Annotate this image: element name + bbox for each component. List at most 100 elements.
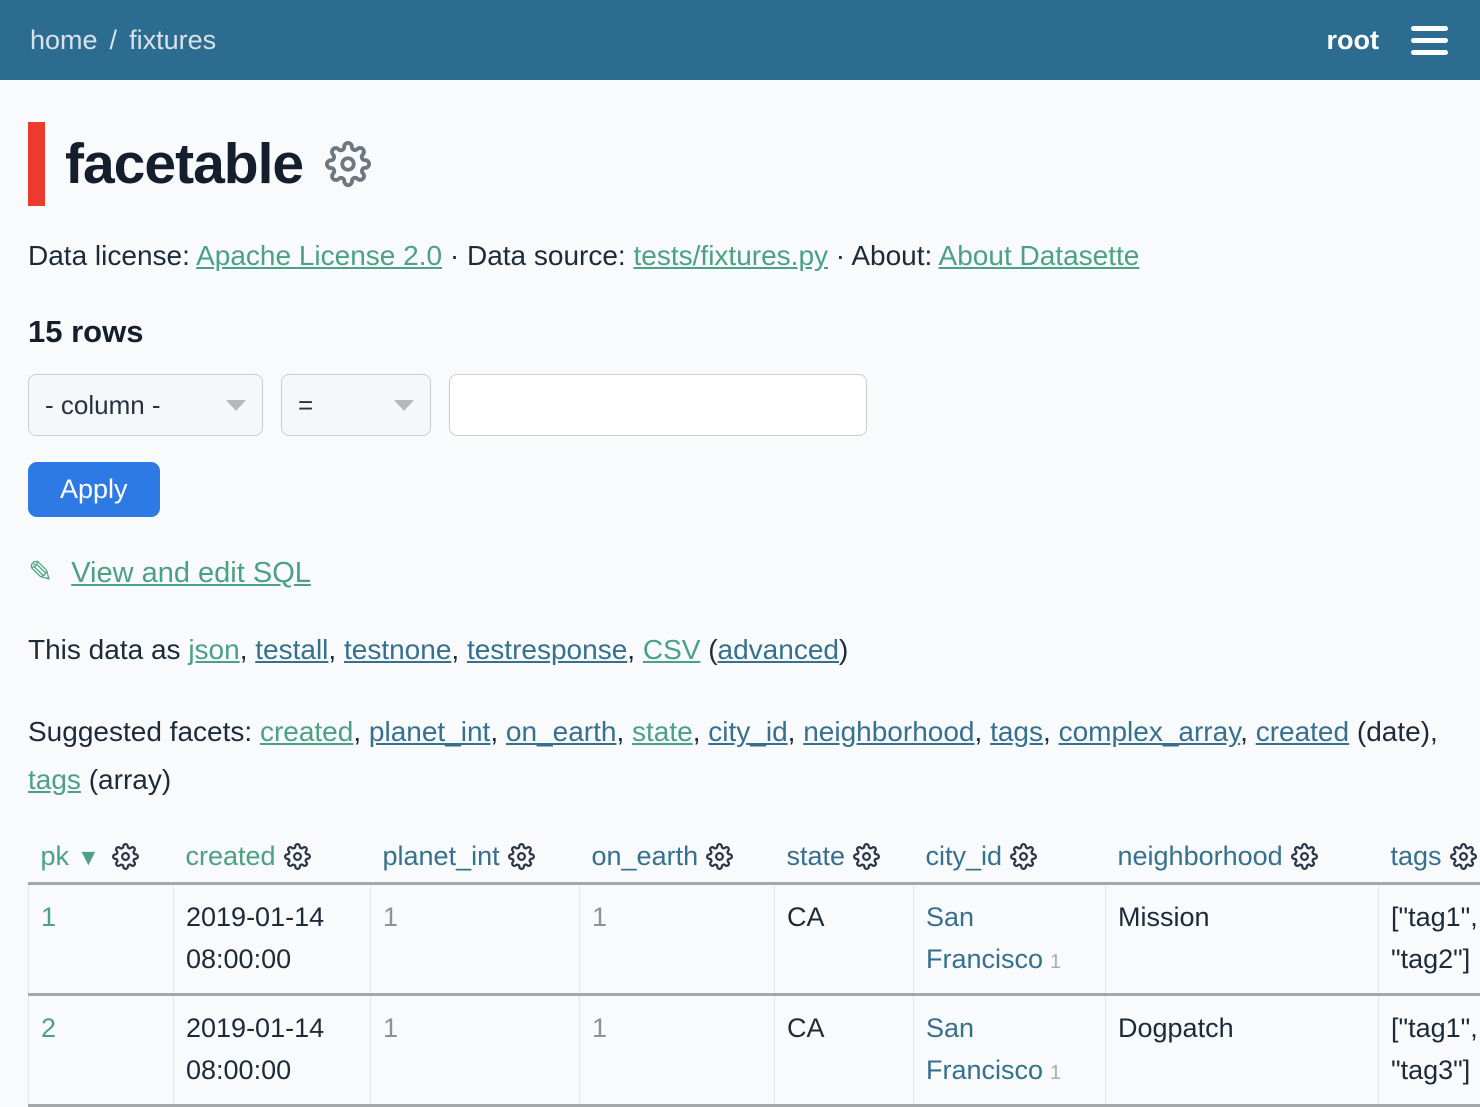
row-pk-link[interactable]: 2 [41, 1013, 56, 1043]
row-pk-link[interactable]: 1 [41, 902, 56, 932]
filter-row: - column - = [28, 374, 1452, 436]
cell-tags: ["tag1", "tag3"] [1379, 994, 1480, 1105]
title-accent-bar [28, 122, 45, 206]
page-title-row: facetable [28, 122, 1452, 206]
facet-link-tags-array[interactable]: tags [28, 764, 81, 795]
gear-icon[interactable] [706, 843, 733, 870]
dot-separator: · [450, 240, 459, 271]
source-link[interactable]: tests/fixtures.py [634, 240, 829, 271]
cell-state: CA [775, 994, 914, 1105]
column-header-state-link[interactable]: state [787, 841, 846, 871]
pencil-icon: ✎ [28, 556, 53, 589]
view-edit-sql-link[interactable]: View and edit SQL [71, 557, 311, 589]
column-header-planet-int: planet_int [371, 833, 580, 884]
facet-link-tags[interactable]: tags [990, 716, 1043, 747]
export-link-testnone[interactable]: testnone [344, 634, 451, 665]
page-title: facetable [65, 131, 303, 197]
facet-link-city-id[interactable]: city_id [708, 716, 787, 747]
city-fk-link[interactable]: San Francisco [926, 1013, 1043, 1085]
cell-created: 2019-01-14 08:00:00 [174, 884, 371, 995]
column-header-pk-link[interactable]: pk [41, 841, 70, 871]
export-link-testresponse[interactable]: testresponse [467, 634, 627, 665]
column-header-pk: pk ▼ [29, 833, 174, 884]
filter-column-select[interactable]: - column - [28, 374, 263, 436]
filter-column-selected-value: - column - [45, 390, 161, 421]
column-header-on-earth-link[interactable]: on_earth [592, 841, 699, 871]
chevron-down-icon [394, 400, 414, 411]
facet-link-created[interactable]: created [260, 716, 353, 747]
metadata-line: Data license: Apache License 2.0 · Data … [28, 240, 1452, 272]
column-header-created: created [174, 833, 371, 884]
column-header-city-id-link[interactable]: city_id [926, 841, 1003, 871]
facet-link-planet-int[interactable]: planet_int [369, 716, 490, 747]
cell-neighborhood: Mission [1106, 884, 1379, 995]
cell-city-id: San Francisco 1 [914, 884, 1106, 995]
column-header-planet-int-link[interactable]: planet_int [383, 841, 500, 871]
cell-on-earth: 1 [580, 994, 775, 1105]
row-count-heading: 15 rows [28, 314, 1452, 350]
city-fk-link[interactable]: San Francisco [926, 902, 1043, 974]
license-label: Data license: [28, 240, 190, 271]
filter-operator-select[interactable]: = [281, 374, 431, 436]
cell-neighborhood: Dogpatch [1106, 994, 1379, 1105]
chevron-down-icon [226, 400, 246, 411]
gear-icon[interactable] [853, 843, 880, 870]
fk-raw-id: 1 [1050, 1062, 1061, 1084]
facet-link-neighborhood[interactable]: neighborhood [803, 716, 974, 747]
dot-separator: · [836, 240, 845, 271]
about-label: About: [851, 240, 932, 271]
column-header-tags-link[interactable]: tags [1391, 841, 1442, 871]
table-row: 1 2019-01-14 08:00:00 1 1 CA San Francis… [29, 884, 1480, 995]
top-nav: home / fixtures root [0, 0, 1480, 80]
breadcrumb-home-link[interactable]: home [30, 25, 98, 56]
gear-icon[interactable] [508, 843, 535, 870]
source-label: Data source: [467, 240, 626, 271]
facet-link-created-date[interactable]: created [1256, 716, 1349, 747]
column-header-neighborhood-link[interactable]: neighborhood [1118, 841, 1283, 871]
cell-pk: 1 [29, 884, 174, 995]
cell-planet-int: 1 [371, 884, 580, 995]
hamburger-menu-icon[interactable] [1409, 22, 1450, 59]
column-header-city-id: city_id [914, 833, 1106, 884]
facet-link-state[interactable]: state [632, 716, 693, 747]
export-link-json[interactable]: json [188, 634, 239, 665]
column-header-on-earth: on_earth [580, 833, 775, 884]
gear-icon[interactable] [1291, 843, 1318, 870]
export-link-advanced[interactable]: advanced [718, 634, 839, 665]
gear-icon[interactable] [284, 843, 311, 870]
facet-link-on-earth[interactable]: on_earth [506, 716, 617, 747]
export-link-csv[interactable]: CSV [643, 634, 701, 665]
about-link[interactable]: About Datasette [939, 240, 1140, 271]
export-prefix: This data as [28, 634, 188, 665]
column-header-tags: tags [1379, 833, 1480, 884]
cell-created: 2019-01-14 08:00:00 [174, 994, 371, 1105]
cell-state: CA [775, 884, 914, 995]
breadcrumb-database-link[interactable]: fixtures [129, 25, 216, 56]
filter-value-input[interactable] [449, 374, 867, 436]
gear-icon[interactable] [1450, 843, 1477, 870]
logged-in-user[interactable]: root [1327, 25, 1379, 56]
cell-planet-int: 1 [371, 994, 580, 1105]
filter-operator-selected-value: = [298, 390, 313, 421]
export-link-testall[interactable]: testall [255, 634, 328, 665]
breadcrumb: home / fixtures [30, 25, 216, 56]
apply-button[interactable]: Apply [28, 462, 160, 517]
sort-desc-icon: ▼ [77, 844, 100, 870]
license-link[interactable]: Apache License 2.0 [196, 240, 442, 271]
fk-raw-id: 1 [1050, 951, 1061, 973]
facet-link-complex-array[interactable]: complex_array [1059, 716, 1241, 747]
breadcrumb-separator: / [110, 25, 118, 56]
cell-pk: 2 [29, 994, 174, 1105]
sql-row: ✎ View and edit SQL [28, 555, 1452, 590]
table-row: 2 2019-01-14 08:00:00 1 1 CA San Francis… [29, 994, 1480, 1105]
gear-icon[interactable] [112, 843, 139, 870]
gear-icon[interactable] [1010, 843, 1037, 870]
suggested-facets-line: Suggested facets: created, planet_int, o… [28, 708, 1452, 803]
column-header-created-link[interactable]: created [186, 841, 276, 871]
table-header-row: pk ▼ created planet_int on_earth state ci… [29, 833, 1480, 884]
results-table: pk ▼ created planet_int on_earth state ci… [28, 833, 1480, 1106]
cell-city-id: San Francisco 1 [914, 994, 1106, 1105]
table-settings-gear-icon[interactable] [325, 141, 371, 187]
facets-prefix: Suggested facets: [28, 716, 260, 747]
export-links-line: This data as json, testall, testnone, te… [28, 634, 1452, 666]
